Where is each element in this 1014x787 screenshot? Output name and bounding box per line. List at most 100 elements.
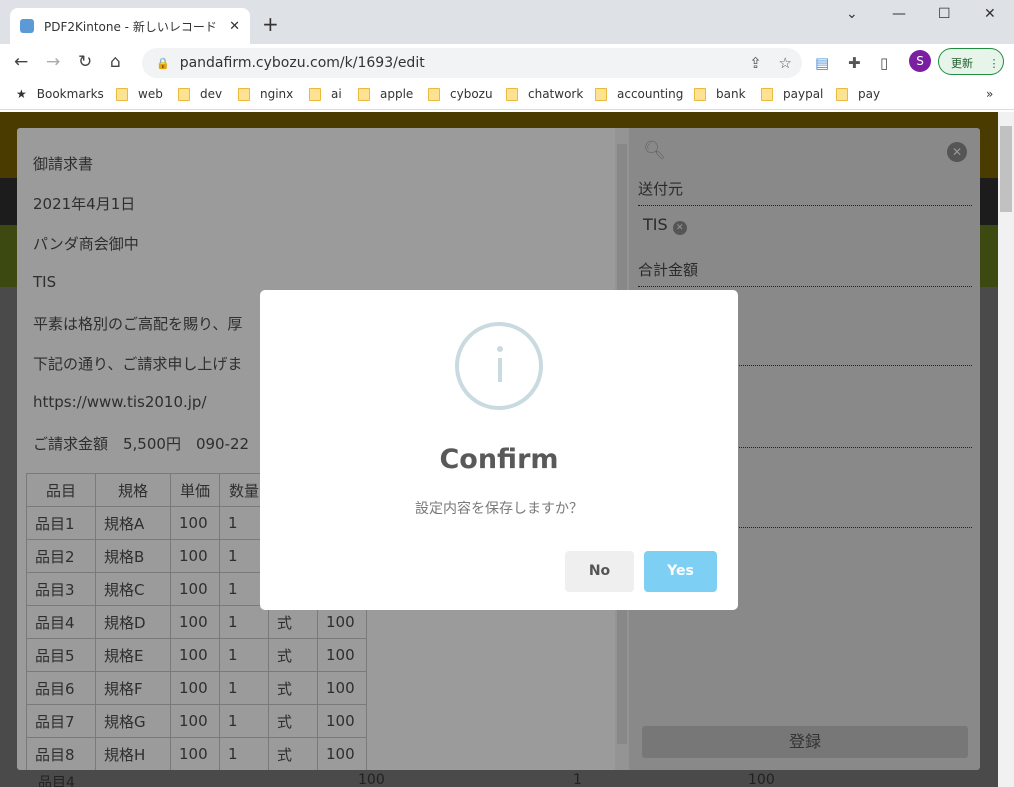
table-cell[interactable]: 1 xyxy=(219,605,269,639)
doc-line[interactable]: 平素は格別のご高配を賜り、厚 xyxy=(33,313,242,334)
remove-value-icon[interactable]: ✕ xyxy=(672,221,687,235)
doc-line[interactable]: 御請求書 xyxy=(33,153,93,174)
table-cell[interactable]: 規格D xyxy=(95,605,171,639)
table-cell[interactable]: 100 xyxy=(170,572,220,606)
table-cell[interactable]: 品目3 xyxy=(26,572,96,606)
register-button[interactable]: 登録 xyxy=(642,726,968,758)
search-icon[interactable]: 🔍︎ xyxy=(643,140,666,161)
doc-line[interactable]: TIS xyxy=(33,273,56,291)
folder-icon xyxy=(506,87,518,101)
address-bar[interactable]: 🔒 pandafirm.cybozu.com/k/1693/edit ⇪ ☆ xyxy=(142,48,802,78)
folder-icon xyxy=(358,87,370,101)
table-cell[interactable]: 100 xyxy=(170,506,220,540)
table-cell[interactable]: 規格F xyxy=(95,671,171,705)
close-window-button[interactable]: ✕ xyxy=(984,6,996,22)
bookmark-folder[interactable]: pay xyxy=(836,87,880,101)
column-header[interactable]: 品目 xyxy=(26,473,96,507)
share-icon[interactable]: ⇪ xyxy=(749,54,762,72)
table-cell[interactable]: 式 xyxy=(268,605,318,639)
bookmark-folder[interactable]: apple xyxy=(358,87,413,101)
bookmarks-item[interactable]: ★ Bookmarks xyxy=(16,87,104,101)
side-panel-icon[interactable]: ▯ xyxy=(880,54,888,72)
table-cell[interactable]: 1 xyxy=(219,671,269,705)
table-cell[interactable]: 品目6 xyxy=(26,671,96,705)
table-cell[interactable]: 100 xyxy=(170,704,220,738)
table-cell[interactable]: 式 xyxy=(268,704,318,738)
browser-tab[interactable]: PDF2Kintone - 新しいレコード ✕ xyxy=(10,8,250,44)
table-cell[interactable]: 式 xyxy=(268,671,318,705)
bookmark-folder[interactable]: bank xyxy=(694,87,746,101)
forward-icon[interactable]: → xyxy=(46,52,60,72)
info-icon xyxy=(455,322,543,410)
table-cell[interactable]: 品目7 xyxy=(26,704,96,738)
table-cell[interactable]: 100 xyxy=(170,638,220,672)
extensions-puzzle-icon[interactable]: ✚ xyxy=(848,54,861,72)
table-cell[interactable]: 100 xyxy=(317,737,367,770)
extension-icon[interactable]: ▤ xyxy=(815,54,829,72)
new-tab-button[interactable]: + xyxy=(262,12,279,36)
close-tab-icon[interactable]: ✕ xyxy=(229,19,240,34)
table-row: 品目5 規格E 100 1 式 100 xyxy=(26,638,367,672)
bookmark-folder[interactable]: dev xyxy=(178,87,222,101)
table-cell[interactable]: 式 xyxy=(268,737,318,770)
table-cell[interactable]: 規格E xyxy=(95,638,171,672)
bookmark-folder[interactable]: ai xyxy=(309,87,342,101)
table-cell[interactable]: 100 xyxy=(317,704,367,738)
table-cell[interactable]: 品目1 xyxy=(26,506,96,540)
column-header[interactable]: 規格 xyxy=(95,473,171,507)
column-header[interactable]: 単価 xyxy=(170,473,220,507)
home-icon[interactable]: ⌂ xyxy=(110,52,121,72)
table-cell[interactable]: 1 xyxy=(219,737,269,770)
doc-line[interactable]: 2021年4月1日 xyxy=(33,193,135,214)
table-cell[interactable]: 100 xyxy=(317,605,367,639)
table-cell[interactable]: 1 xyxy=(219,638,269,672)
table-cell[interactable]: 100 xyxy=(170,539,220,573)
browser-toolbar: ← → ↻ ⌂ 🔒 pandafirm.cybozu.com/k/1693/edi… xyxy=(0,44,1014,80)
confirm-dialog: Confirm 設定内容を保存しますか？ No Yes xyxy=(260,290,738,610)
reload-icon[interactable]: ↻ xyxy=(78,52,92,72)
table-cell[interactable]: 1 xyxy=(219,704,269,738)
bookmark-star-icon[interactable]: ☆ xyxy=(779,54,792,72)
table-cell[interactable]: 100 xyxy=(170,605,220,639)
tab-title: PDF2Kintone - 新しいレコード xyxy=(44,19,217,34)
bookmark-folder[interactable]: nginx xyxy=(238,87,293,101)
back-icon[interactable]: ← xyxy=(14,52,28,72)
table-cell[interactable]: 規格C xyxy=(95,572,171,606)
table-row: 品目4 規格D 100 1 式 100 xyxy=(26,605,367,639)
table-cell[interactable]: 100 xyxy=(170,737,220,770)
table-cell[interactable]: 品目2 xyxy=(26,539,96,573)
table-cell[interactable]: 規格B xyxy=(95,539,171,573)
folder-icon xyxy=(694,87,706,101)
table-cell[interactable]: 品目8 xyxy=(26,737,96,770)
doc-line[interactable]: 下記の通り、ご請求申し上げま xyxy=(33,353,242,374)
bookmark-folder[interactable]: paypal xyxy=(761,87,823,101)
table-cell[interactable]: 式 xyxy=(268,638,318,672)
table-cell[interactable]: 規格A xyxy=(95,506,171,540)
tab-search-icon[interactable]: ⌄ xyxy=(846,6,858,22)
bookmark-folder[interactable]: web xyxy=(116,87,163,101)
field-label: 送付元 xyxy=(638,178,972,206)
doc-line[interactable]: https://www.tis2010.jp/ xyxy=(33,393,207,411)
yes-button[interactable]: Yes xyxy=(644,551,717,592)
avatar[interactable]: S xyxy=(909,50,931,72)
bookmark-folder[interactable]: accounting xyxy=(595,87,683,101)
update-button[interactable]: 更新 ⋮ xyxy=(938,48,1004,75)
doc-line[interactable]: パンダ商会御中 xyxy=(33,233,139,254)
page-scrollbar[interactable] xyxy=(998,112,1014,787)
doc-line[interactable]: ご請求金額 5,500円 090-22 xyxy=(33,433,249,454)
close-icon[interactable]: ✕ xyxy=(947,142,967,162)
no-button[interactable]: No xyxy=(565,551,634,592)
table-cell[interactable]: 品目5 xyxy=(26,638,96,672)
table-cell[interactable]: 規格H xyxy=(95,737,171,770)
more-bookmarks-icon[interactable]: » xyxy=(986,87,993,101)
bookmark-folder[interactable]: chatwork xyxy=(506,87,583,101)
bookmark-folder[interactable]: cybozu xyxy=(428,87,493,101)
table-cell[interactable]: 規格G xyxy=(95,704,171,738)
table-cell[interactable]: 100 xyxy=(317,671,367,705)
table-cell[interactable]: 100 xyxy=(317,638,367,672)
kintone-favicon-icon xyxy=(20,19,34,33)
table-cell[interactable]: 品目4 xyxy=(26,605,96,639)
maximize-button[interactable]: ☐ xyxy=(938,6,951,22)
minimize-button[interactable]: — xyxy=(892,6,906,22)
table-cell[interactable]: 100 xyxy=(170,671,220,705)
